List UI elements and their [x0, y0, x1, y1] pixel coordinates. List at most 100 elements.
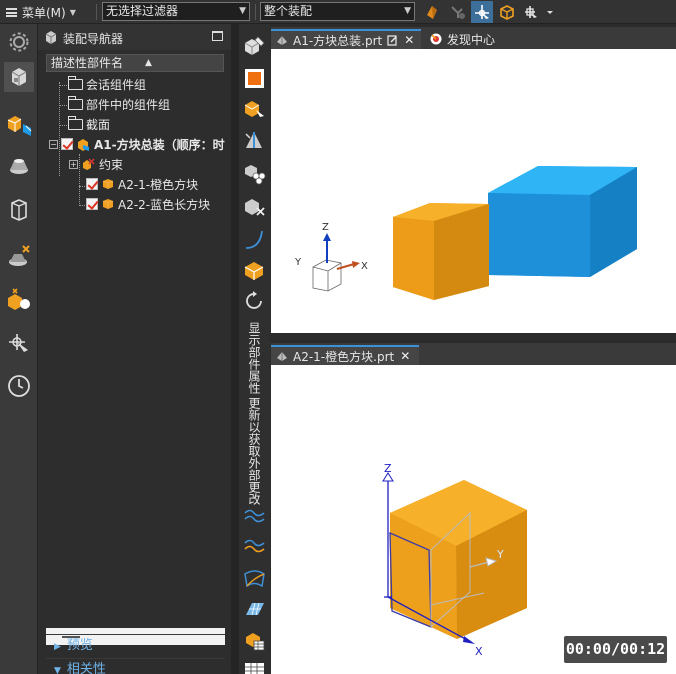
tree-item-session-groups[interactable]: 会话组件组	[68, 74, 146, 94]
navigator-title: 装配导航器	[63, 32, 124, 46]
select-feature-icon[interactable]	[446, 1, 468, 23]
tree-item-label: 会话组件组	[86, 77, 147, 92]
assembly-icon	[78, 138, 89, 151]
surface-sweep-icon[interactable]	[242, 566, 267, 591]
tree-item-constraints[interactable]: + 约束	[69, 154, 123, 174]
tree-item-blue-block[interactable]: A2-2-蓝色长方块	[86, 194, 210, 214]
chevron-down-icon: ▼	[54, 666, 61, 674]
section-label: 预览	[66, 638, 93, 653]
discovery-center-icon	[430, 33, 442, 45]
grid-table-icon[interactable]	[242, 660, 267, 674]
snap-selection-icon[interactable]	[4, 328, 34, 358]
close-icon[interactable]: ✕	[404, 33, 414, 47]
new-component-icon[interactable]	[242, 34, 267, 59]
folder-icon	[68, 75, 83, 90]
part-file-icon	[277, 36, 287, 45]
constraint-icon	[83, 158, 95, 170]
section-dependencies[interactable]: ▼ 相关性	[46, 658, 225, 674]
triad-z-label: Z	[384, 462, 392, 475]
selection-scope-combo[interactable]: 整个装配 ▼	[260, 2, 415, 21]
arc-curve-icon[interactable]	[242, 227, 267, 252]
part-file-icon	[277, 352, 287, 361]
close-icon[interactable]: ✕	[400, 349, 410, 363]
tree-item-root-assembly[interactable]: − A1-方块总装（顺序：时	[49, 134, 225, 154]
select-body-icon[interactable]	[421, 1, 443, 23]
collapse-toggle[interactable]: −	[49, 139, 58, 149]
triad-x-label: X	[475, 645, 483, 658]
blue-block-model[interactable]	[488, 166, 637, 277]
wave-geometry-icon[interactable]	[242, 96, 267, 121]
display-part-properties-label[interactable]: 显示部件属性	[245, 322, 263, 398]
modified-icon	[387, 34, 397, 46]
visibility-checkbox[interactable]	[61, 138, 73, 150]
tree-item-label: 约束	[99, 157, 124, 172]
tab-discovery-center[interactable]: 发现中心	[425, 29, 499, 49]
panel-splitter[interactable]	[231, 24, 239, 674]
replace-component-icon[interactable]	[242, 258, 267, 283]
mirror-assembly-icon[interactable]	[242, 128, 267, 153]
wcs-triad: Z Y X	[294, 222, 368, 292]
orange-block-model[interactable]	[390, 480, 527, 639]
sort-ascending-icon: ▲	[145, 58, 152, 68]
tree-item-label: A2-2-蓝色长方块	[118, 197, 211, 212]
selection-scope-value: 整个装配	[264, 4, 313, 18]
window-tab-bar: A1-方块总装.prt ✕ 发现中心	[271, 27, 676, 49]
history-clock-icon[interactable]	[4, 371, 34, 401]
chevron-down-icon: ▼	[239, 6, 246, 16]
tree-item-part-groups[interactable]: 部件中的组件组	[68, 94, 170, 114]
visibility-checkbox[interactable]	[86, 178, 98, 190]
toolbar-divider	[96, 4, 97, 20]
chevron-right-icon: ▶	[54, 642, 61, 652]
visibility-checkbox[interactable]	[86, 198, 98, 210]
remove-component-icon[interactable]	[242, 194, 267, 219]
system-materials-icon[interactable]	[4, 286, 34, 316]
assembly-tools-strip: 显示部件属性 更新以获取外部更改	[239, 24, 270, 674]
component-pattern-icon[interactable]	[242, 160, 267, 185]
selection-filter-value: 无选择过滤器	[106, 4, 179, 18]
gear-icon[interactable]	[4, 27, 34, 57]
folder-icon	[68, 115, 83, 130]
reuse-library-icon[interactable]	[4, 195, 34, 225]
part-navigator-icon[interactable]	[4, 151, 34, 181]
tree-connector	[59, 105, 67, 106]
chevron-down-icon[interactable]	[544, 1, 556, 23]
tree-item-label: 部件中的组件组	[86, 97, 171, 112]
tree-item-label: A2-1-橙色方块	[118, 177, 199, 192]
select-component-icon[interactable]	[496, 1, 518, 23]
snap-options-icon[interactable]	[521, 1, 543, 23]
triad-z-label: Z	[322, 222, 329, 233]
refresh-icon[interactable]	[242, 289, 267, 314]
tab-assembly-part[interactable]: A1-方块总装.prt ✕	[271, 29, 421, 49]
snap-point-icon[interactable]	[471, 1, 493, 23]
constraint-navigator-icon[interactable]	[4, 110, 34, 140]
section-preview[interactable]: ▶ 预览	[46, 634, 225, 656]
maximize-icon[interactable]	[212, 31, 223, 41]
folder-icon	[68, 95, 83, 110]
chevron-down-icon: ▼	[69, 7, 76, 17]
hd3d-tools-icon[interactable]	[4, 242, 34, 272]
triad-y-label: Y	[294, 257, 302, 268]
link-curve-icon[interactable]	[242, 533, 267, 558]
graphics-canvas-part[interactable]: Z Y X	[271, 365, 676, 674]
column-header-part-name[interactable]: 描述性部件名 ▲	[46, 54, 224, 72]
tree-connector	[59, 125, 67, 126]
part-3d-view: Z Y X	[382, 462, 527, 658]
orange-block-model[interactable]	[393, 203, 489, 300]
top-toolbar: 菜单(M) ▼ 无选择过滤器 ▼ 整个装配 ▼	[0, 0, 676, 24]
graphics-canvas-assembly[interactable]: Z Y X	[271, 49, 676, 333]
assembly-navigator-icon[interactable]	[4, 62, 34, 92]
wave-curve-icon[interactable]	[242, 503, 267, 528]
tab-orange-block-part[interactable]: A2-1-橙色方块.prt ✕	[271, 345, 419, 365]
tree-item-sections[interactable]: 截面	[68, 114, 110, 134]
expand-toggle[interactable]: +	[69, 159, 78, 169]
graphics-window-assembly: A1-方块总装.prt ✕ 发现中心 Z Y X	[271, 27, 676, 333]
menu-button[interactable]: 菜单(M) ▼	[6, 3, 76, 21]
section-label: 相关性	[66, 662, 106, 674]
assembly-table-icon[interactable]	[242, 628, 267, 653]
hamburger-icon	[6, 7, 17, 17]
mesh-surface-icon[interactable]	[242, 597, 267, 622]
update-external-changes-label[interactable]: 更新以获取外部更改	[245, 397, 263, 509]
add-component-icon[interactable]	[242, 66, 267, 91]
tree-item-orange-block[interactable]: A2-1-橙色方块	[86, 174, 198, 194]
selection-filter-combo[interactable]: 无选择过滤器 ▼	[102, 2, 250, 21]
